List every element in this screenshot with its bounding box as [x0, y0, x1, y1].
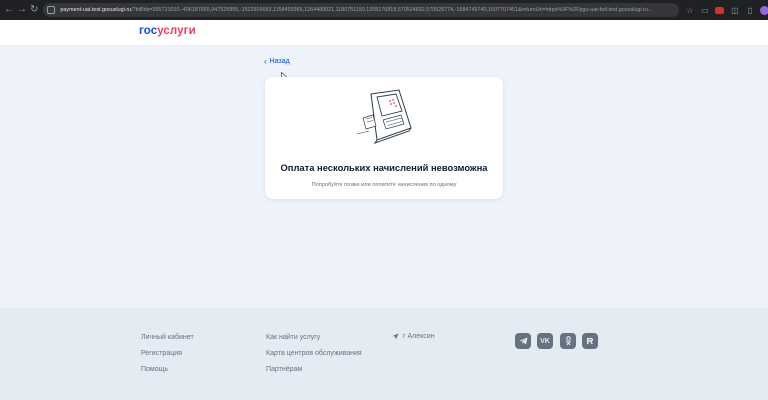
gosuslugi-logo[interactable]: госуслуги [139, 25, 196, 37]
footer-link-find-service[interactable]: Как найти услугу [266, 334, 320, 341]
puzzle-icon[interactable]: ◫ [730, 6, 739, 15]
footer-link-registration[interactable]: Регистрация [141, 350, 182, 357]
reload-icon[interactable]: ↻ [30, 3, 38, 17]
back-link-label: Назад [269, 58, 290, 65]
rutube-icon[interactable] [582, 333, 598, 349]
forward-arrow-icon[interactable]: → [17, 3, 27, 17]
back-link[interactable]: ‹ Назад [264, 57, 290, 66]
location-arrow-icon [392, 333, 399, 340]
location-label: г Алексин [403, 333, 435, 340]
url-path: /?billIds=395721010,-406187665,947525955… [131, 7, 653, 13]
site-footer [0, 308, 768, 400]
vk-icon[interactable]: VK [537, 333, 553, 349]
back-arrow-icon[interactable]: ← [4, 3, 14, 17]
extension-badge-icon[interactable] [715, 6, 725, 14]
star-icon[interactable]: ☆ [685, 6, 694, 15]
footer-link-service-centers-map[interactable]: Карта центров обслуживания [266, 350, 362, 357]
telegram-icon[interactable] [515, 333, 531, 349]
address-bar[interactable]: payment-uat.test.gosuslugi.ru /?billIds=… [43, 3, 680, 17]
extension-icon[interactable]: ▭ [700, 6, 709, 15]
site-info-icon[interactable] [47, 6, 56, 14]
chevron-left-icon: ‹ [264, 57, 267, 66]
site-header: госуслуги [0, 20, 768, 46]
sidebar-icon[interactable]: ▯ [745, 6, 754, 15]
error-title: Оплата нескольких начислений невозможна [280, 162, 488, 173]
url-host: payment-uat.test.gosuslugi.ru [60, 7, 132, 13]
error-subtitle: Попробуйте позже или оплатите начисления… [311, 182, 457, 188]
profile-avatar[interactable] [760, 5, 768, 15]
browser-toolbar: ← → ↻ payment-uat.test.gosuslugi.ru /?bi… [0, 0, 768, 20]
footer-link-partners[interactable]: Партнёрам [266, 366, 302, 373]
payment-terminal-illustration [356, 89, 412, 144]
location-selector[interactable]: г Алексин [392, 333, 435, 340]
ok-icon[interactable] [560, 333, 576, 349]
footer-link-help[interactable]: Помощь [141, 366, 168, 373]
footer-link-cabinet[interactable]: Личный кабинет [141, 334, 194, 341]
